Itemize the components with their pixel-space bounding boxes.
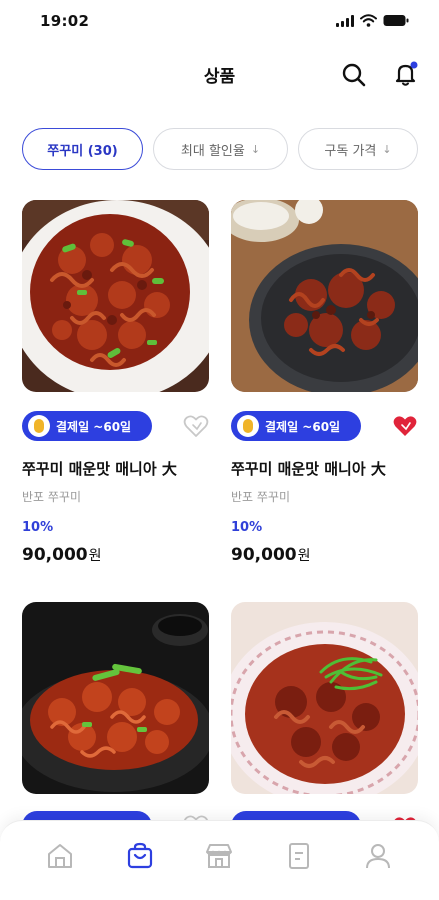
product-image[interactable]: [22, 602, 209, 794]
filter-chip-subscription-price[interactable]: 구독 가격 ↓: [298, 128, 418, 170]
filter-chip-max-discount[interactable]: 최대 할인율 ↓: [153, 128, 288, 170]
product-image[interactable]: [22, 200, 209, 392]
app-header: 상품: [0, 52, 439, 96]
status-bar: 19:02: [0, 0, 439, 40]
shopping-bag-icon[interactable]: [125, 841, 155, 871]
price-value: 90,000: [22, 545, 88, 565]
product-list-screen: 19:02 상품 쭈꾸미 (30) 최대 할인율 ↓ 구독 가격 ↓ 결제일 ~…: [0, 0, 439, 900]
payment-term-badge: 결제일 ~60일: [22, 411, 152, 441]
bottom-tab-bar: [0, 820, 439, 900]
payment-term-badge: 결제일 ~60일: [231, 411, 361, 441]
price-unit: 원: [88, 548, 102, 564]
filter-chip-label: 쭈꾸미 (30): [47, 143, 118, 159]
price-unit: 원: [297, 548, 311, 564]
arrow-down-icon: ↓: [382, 142, 392, 156]
product-image[interactable]: [231, 200, 418, 392]
heart-icon[interactable]: [183, 413, 209, 439]
cellular-signal-icon: [336, 14, 354, 27]
payment-term-label: 결제일 ~60일: [56, 419, 132, 434]
product-price: 90,000원: [231, 545, 311, 565]
wifi-icon: [360, 14, 377, 27]
store-icon[interactable]: [204, 841, 234, 871]
product-discount: 10%: [22, 520, 54, 535]
product-name: 쭈꾸미 매운맛 매니아 大: [22, 460, 177, 478]
product-price: 90,000원: [22, 545, 102, 565]
notification-dot: [410, 61, 418, 69]
product-brand: 반포 쭈꾸미: [231, 490, 291, 504]
arrow-down-icon: ↓: [250, 142, 261, 156]
payment-term-label: 결제일 ~60일: [265, 419, 341, 434]
price-value: 90,000: [231, 545, 297, 565]
document-icon[interactable]: [284, 841, 314, 871]
product-name: 쭈꾸미 매운맛 매니아 大: [231, 460, 386, 478]
search-icon[interactable]: [341, 62, 367, 88]
wallet-icon: [28, 415, 50, 437]
filter-chip-label: 구독 가격: [324, 143, 377, 159]
product-discount: 10%: [231, 520, 263, 535]
product-card[interactable]: 결제일 ~60일 쭈꾸미 매운맛 매니아 大 반포 쭈꾸미 10% 90,000…: [231, 200, 418, 565]
profile-icon[interactable]: [363, 841, 393, 871]
product-card[interactable]: [22, 602, 209, 794]
status-icons: [336, 14, 409, 27]
status-time: 19:02: [40, 12, 90, 30]
filter-chip-bar: 쭈꾸미 (30) 최대 할인율 ↓ 구독 가격 ↓: [22, 128, 418, 170]
filter-chip-category[interactable]: 쭈꾸미 (30): [22, 128, 143, 170]
product-image[interactable]: [231, 602, 418, 794]
filter-chip-label: 최대 할인율: [180, 143, 245, 159]
heart-filled-icon[interactable]: [392, 413, 418, 439]
page-title: 상품: [203, 67, 236, 87]
battery-icon: [383, 15, 409, 26]
home-icon[interactable]: [45, 841, 75, 871]
product-card[interactable]: 결제일 ~60일 쭈꾸미 매운맛 매니아 大 반포 쭈꾸미 10% 90,000…: [22, 200, 209, 565]
product-brand: 반포 쭈꾸미: [22, 490, 82, 504]
notification-bell-icon[interactable]: [392, 60, 420, 88]
product-card[interactable]: [231, 602, 418, 837]
wallet-icon: [237, 415, 259, 437]
